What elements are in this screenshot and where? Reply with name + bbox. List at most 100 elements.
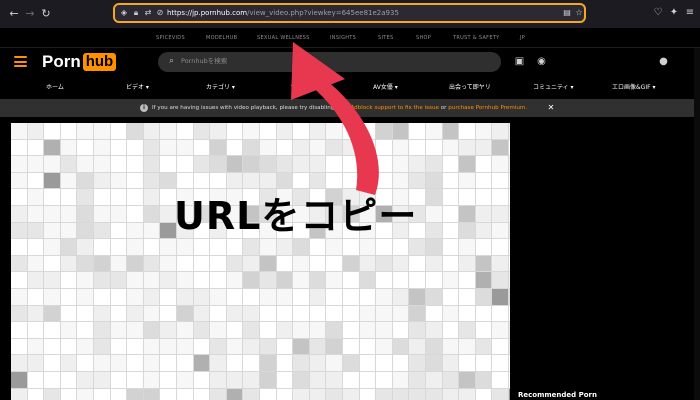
mosaic-tile	[391, 288, 410, 306]
address-bar[interactable]: ◈ 🔒︎ ⇄ ⊘ https://jp.pornhub.com/view_vid…	[113, 3, 586, 23]
nav-item-home[interactable]: ホーム	[46, 84, 64, 92]
menu-icon[interactable]: ≡	[683, 6, 697, 20]
nav-item-gifs[interactable]: エロ画像&GIF ▾	[612, 84, 655, 92]
mosaic-tile	[275, 138, 294, 157]
mosaic-tile	[441, 321, 460, 339]
network-link[interactable]: SEXUAL WELLNESS	[257, 35, 310, 41]
mosaic-tile	[109, 271, 128, 289]
mosaic-tile	[159, 271, 177, 289]
network-link[interactable]: SITES	[378, 35, 394, 41]
mosaic-tile	[275, 337, 294, 356]
mosaic-tile	[458, 188, 476, 206]
pocket-icon[interactable]: ♡	[651, 6, 665, 20]
permissions-icon[interactable]: ⇄	[143, 8, 153, 18]
language-link[interactable]: JP	[520, 35, 525, 41]
mosaic-tile	[391, 354, 410, 372]
mosaic-tile	[142, 354, 161, 372]
camera-icon[interactable]: ◉	[535, 55, 548, 68]
network-link[interactable]: MODELHUB	[206, 35, 237, 41]
mosaic-tile	[26, 238, 45, 256]
mosaic-tile	[76, 337, 94, 356]
mosaic-tile	[59, 288, 78, 306]
search-input[interactable]: ⌕ Pornhubを検索	[158, 52, 501, 72]
mosaic-tile	[59, 155, 78, 173]
mosaic-tile	[109, 123, 128, 140]
mosaic-tile	[375, 155, 393, 173]
mosaic-tile	[474, 155, 493, 173]
hamburger-menu-icon[interactable]	[14, 56, 27, 67]
mosaic-tile	[192, 238, 211, 256]
mosaic-tile	[425, 387, 443, 400]
mosaic-tile	[242, 238, 260, 256]
mosaic-tile	[458, 155, 476, 173]
page-scrollbar[interactable]	[694, 48, 700, 400]
mosaic-tile	[225, 321, 244, 339]
video-player[interactable]	[11, 123, 510, 400]
mosaic-tile	[43, 321, 61, 339]
network-link[interactable]: INSIGHTS	[330, 35, 356, 41]
account-icon[interactable]: ●	[657, 55, 670, 68]
mosaic-tile	[474, 371, 493, 389]
mosaic-tile	[491, 387, 509, 400]
nav-item-videos[interactable]: ビデオ ▾	[126, 84, 149, 92]
premium-link[interactable]: purchase Pornhub Premium.	[448, 105, 527, 111]
search-icon[interactable]: ⌕	[166, 56, 177, 67]
reader-view-icon[interactable]: ▤	[562, 8, 572, 18]
mosaic-tile	[76, 354, 94, 372]
mosaic-tile	[225, 387, 244, 400]
nav-item-community[interactable]: コミュニティ ▾	[533, 84, 574, 92]
mosaic-tile	[408, 155, 426, 173]
mosaic-tile	[308, 171, 327, 190]
mosaic-tile	[59, 238, 78, 256]
url-text[interactable]: https://jp.pornhub.com/view_video.php?vi…	[167, 7, 399, 19]
site-logo[interactable]: Porn hub	[42, 52, 117, 72]
network-link[interactable]: SHOP	[416, 35, 431, 41]
shield-icon[interactable]: ◈	[119, 8, 129, 18]
mosaic-tile	[176, 371, 194, 389]
mosaic-tile	[508, 304, 510, 323]
mosaic-tile	[308, 271, 327, 289]
mosaic-tile	[441, 171, 460, 190]
mosaic-tile	[142, 337, 161, 356]
mosaic-tile	[491, 271, 509, 289]
adblock-link[interactable]: ct Adblock support to fix the issue	[343, 105, 439, 111]
mosaic-tile	[292, 123, 310, 140]
mosaic-tile	[259, 254, 277, 273]
mosaic-tile	[474, 288, 493, 306]
mosaic-tile	[259, 304, 277, 323]
mosaic-tile	[474, 387, 493, 400]
forward-icon[interactable]: →	[23, 7, 37, 21]
category-nav: ホーム ビデオ ▾ カテゴリ ▾ ライブカ AV女優 ▾ 出会って即ヤリ コミュ…	[0, 78, 700, 98]
mosaic-tile	[342, 354, 360, 372]
mosaic-tile	[491, 371, 509, 389]
mosaic-tile	[176, 387, 194, 400]
mosaic-tile	[491, 123, 509, 140]
camera-blocked-icon[interactable]: ⊘	[155, 8, 165, 18]
mosaic-tile	[93, 171, 111, 190]
nav-item-live[interactable]: ライブカ	[290, 84, 314, 92]
mosaic-tile	[93, 254, 111, 273]
extensions-icon[interactable]: ✦	[667, 6, 681, 20]
mosaic-tile	[209, 171, 227, 190]
mosaic-tile	[275, 271, 294, 289]
mosaic-tile	[491, 138, 509, 157]
reload-icon[interactable]: ↻	[39, 7, 53, 21]
mosaic-tile	[142, 155, 161, 173]
nav-item-hookups[interactable]: 出会って即ヤリ	[449, 84, 491, 92]
upload-icon[interactable]: ▣	[513, 55, 526, 68]
nav-item-pornstars[interactable]: AV女優 ▾	[373, 84, 398, 92]
bookmark-star-icon[interactable]: ☆	[574, 8, 584, 18]
mosaic-tile	[159, 171, 177, 190]
mosaic-tile	[11, 188, 28, 206]
mosaic-tile	[358, 138, 377, 157]
close-icon[interactable]: ✕	[547, 103, 555, 113]
mosaic-tile	[259, 354, 277, 372]
lock-icon[interactable]: 🔒︎	[131, 8, 141, 18]
network-link[interactable]: SPICEVIDS	[156, 35, 185, 41]
mosaic-tile	[408, 288, 426, 306]
mosaic-tile	[292, 138, 310, 157]
mosaic-tile	[176, 321, 194, 339]
back-icon[interactable]: ←	[7, 7, 21, 21]
nav-item-categories[interactable]: カテゴリ ▾	[206, 84, 235, 92]
network-link[interactable]: TRUST & SAFETY	[453, 35, 500, 41]
